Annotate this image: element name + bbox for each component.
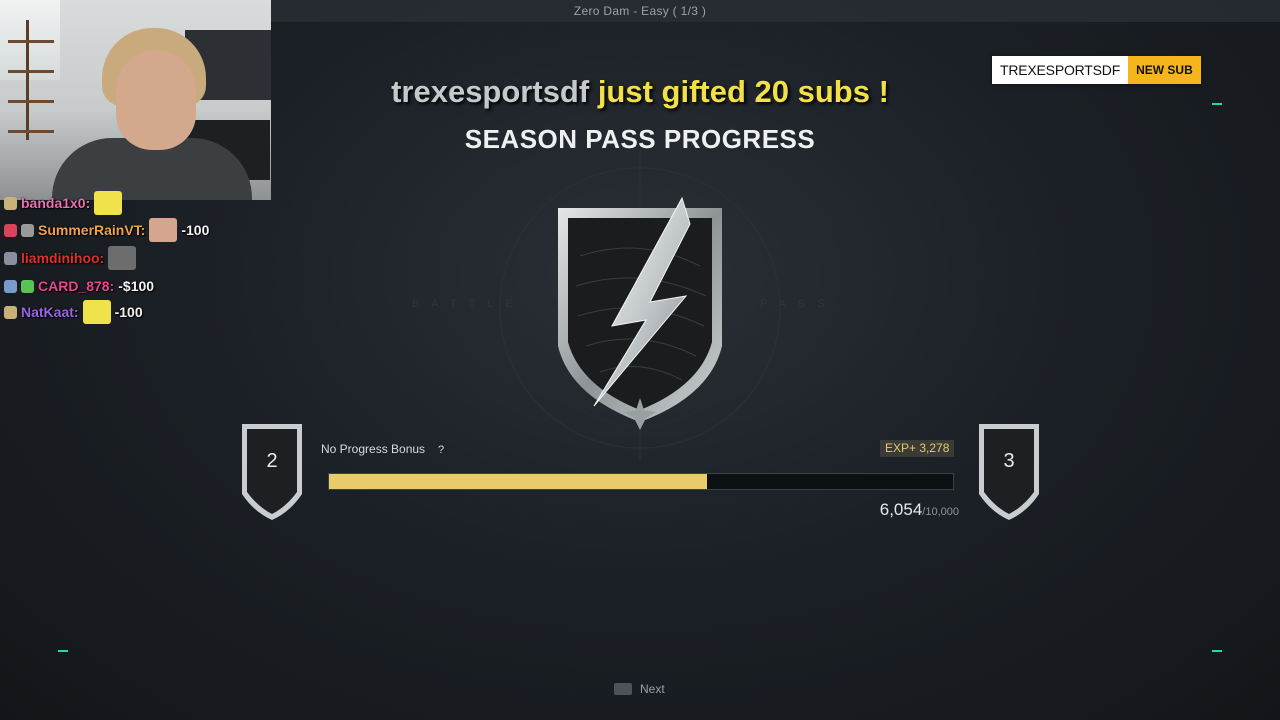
chat-badge-icon — [4, 196, 17, 210]
chat-emote-icon — [149, 218, 178, 242]
lightning-emblem-icon — [558, 196, 722, 430]
chat-message: NatKaat: -100 — [4, 300, 143, 324]
chat-badge-icon — [4, 279, 17, 293]
chat-badge-icon — [4, 305, 17, 319]
progress-max: /10,000 — [922, 506, 959, 518]
chat-username[interactable]: NatKaat: — [21, 304, 79, 320]
progress-value: 6,054/10,000 — [700, 500, 959, 520]
page-title: SEASON PASS PROGRESS — [464, 124, 816, 154]
progress-current: 6,054 — [879, 500, 923, 519]
progress-bonus-label: No Progress Bonus — [321, 442, 426, 456]
corner-bracket-bottom-right — [1212, 650, 1222, 652]
chat-username[interactable]: SummerRainVT: — [38, 222, 145, 238]
chat-text: -100 — [181, 222, 210, 238]
current-rank-number: 2 — [266, 450, 278, 472]
chat-badge-icon — [4, 223, 17, 237]
chat-username[interactable]: CARD_878: — [38, 278, 114, 294]
watermark-left: BATTLE — [412, 298, 525, 310]
new-sub-badge: TREXESPORTSDF NEW SUB — [992, 56, 1201, 84]
progress-bar — [328, 473, 954, 490]
exp-gain-chip: EXP+ 3,278 — [880, 440, 955, 457]
corner-bracket-bottom-left — [58, 650, 68, 652]
chat-text: -$100 — [118, 278, 155, 294]
alert-message: just gifted 20 subs ! — [597, 74, 889, 109]
next-button[interactable]: Next — [614, 681, 665, 697]
watermark-right: PASS — [760, 298, 837, 310]
chat-badge-icon — [21, 223, 34, 237]
sub-badge-name: TREXESPORTSDF — [992, 56, 1129, 84]
chat-text: -100 — [114, 304, 143, 320]
chat-emote-icon — [108, 246, 137, 270]
next-rank-number: 3 — [1003, 450, 1015, 472]
chat-badge-icon — [21, 279, 34, 293]
help-icon[interactable]: ? — [434, 443, 448, 457]
chat-emote-icon — [82, 300, 111, 324]
chat-username[interactable]: liamdinihoo: — [21, 250, 104, 266]
chat-message: CARD_878: -$100 — [4, 275, 154, 297]
chat-message: liamdinihoo: — [4, 246, 140, 270]
chat-username[interactable]: banda1x0: — [21, 195, 90, 211]
key-prompt-icon — [614, 683, 632, 695]
chat-message: banda1x0: — [4, 191, 126, 215]
chat-message: SummerRainVT: -100 — [4, 218, 210, 242]
chat-badge-icon — [4, 251, 17, 265]
progress-bar-fill — [329, 474, 707, 489]
next-label: Next — [640, 682, 665, 696]
sub-badge-tag: NEW SUB — [1128, 56, 1201, 84]
chat-emote-icon — [94, 191, 123, 215]
alert-username: trexesportsdf — [391, 74, 590, 109]
